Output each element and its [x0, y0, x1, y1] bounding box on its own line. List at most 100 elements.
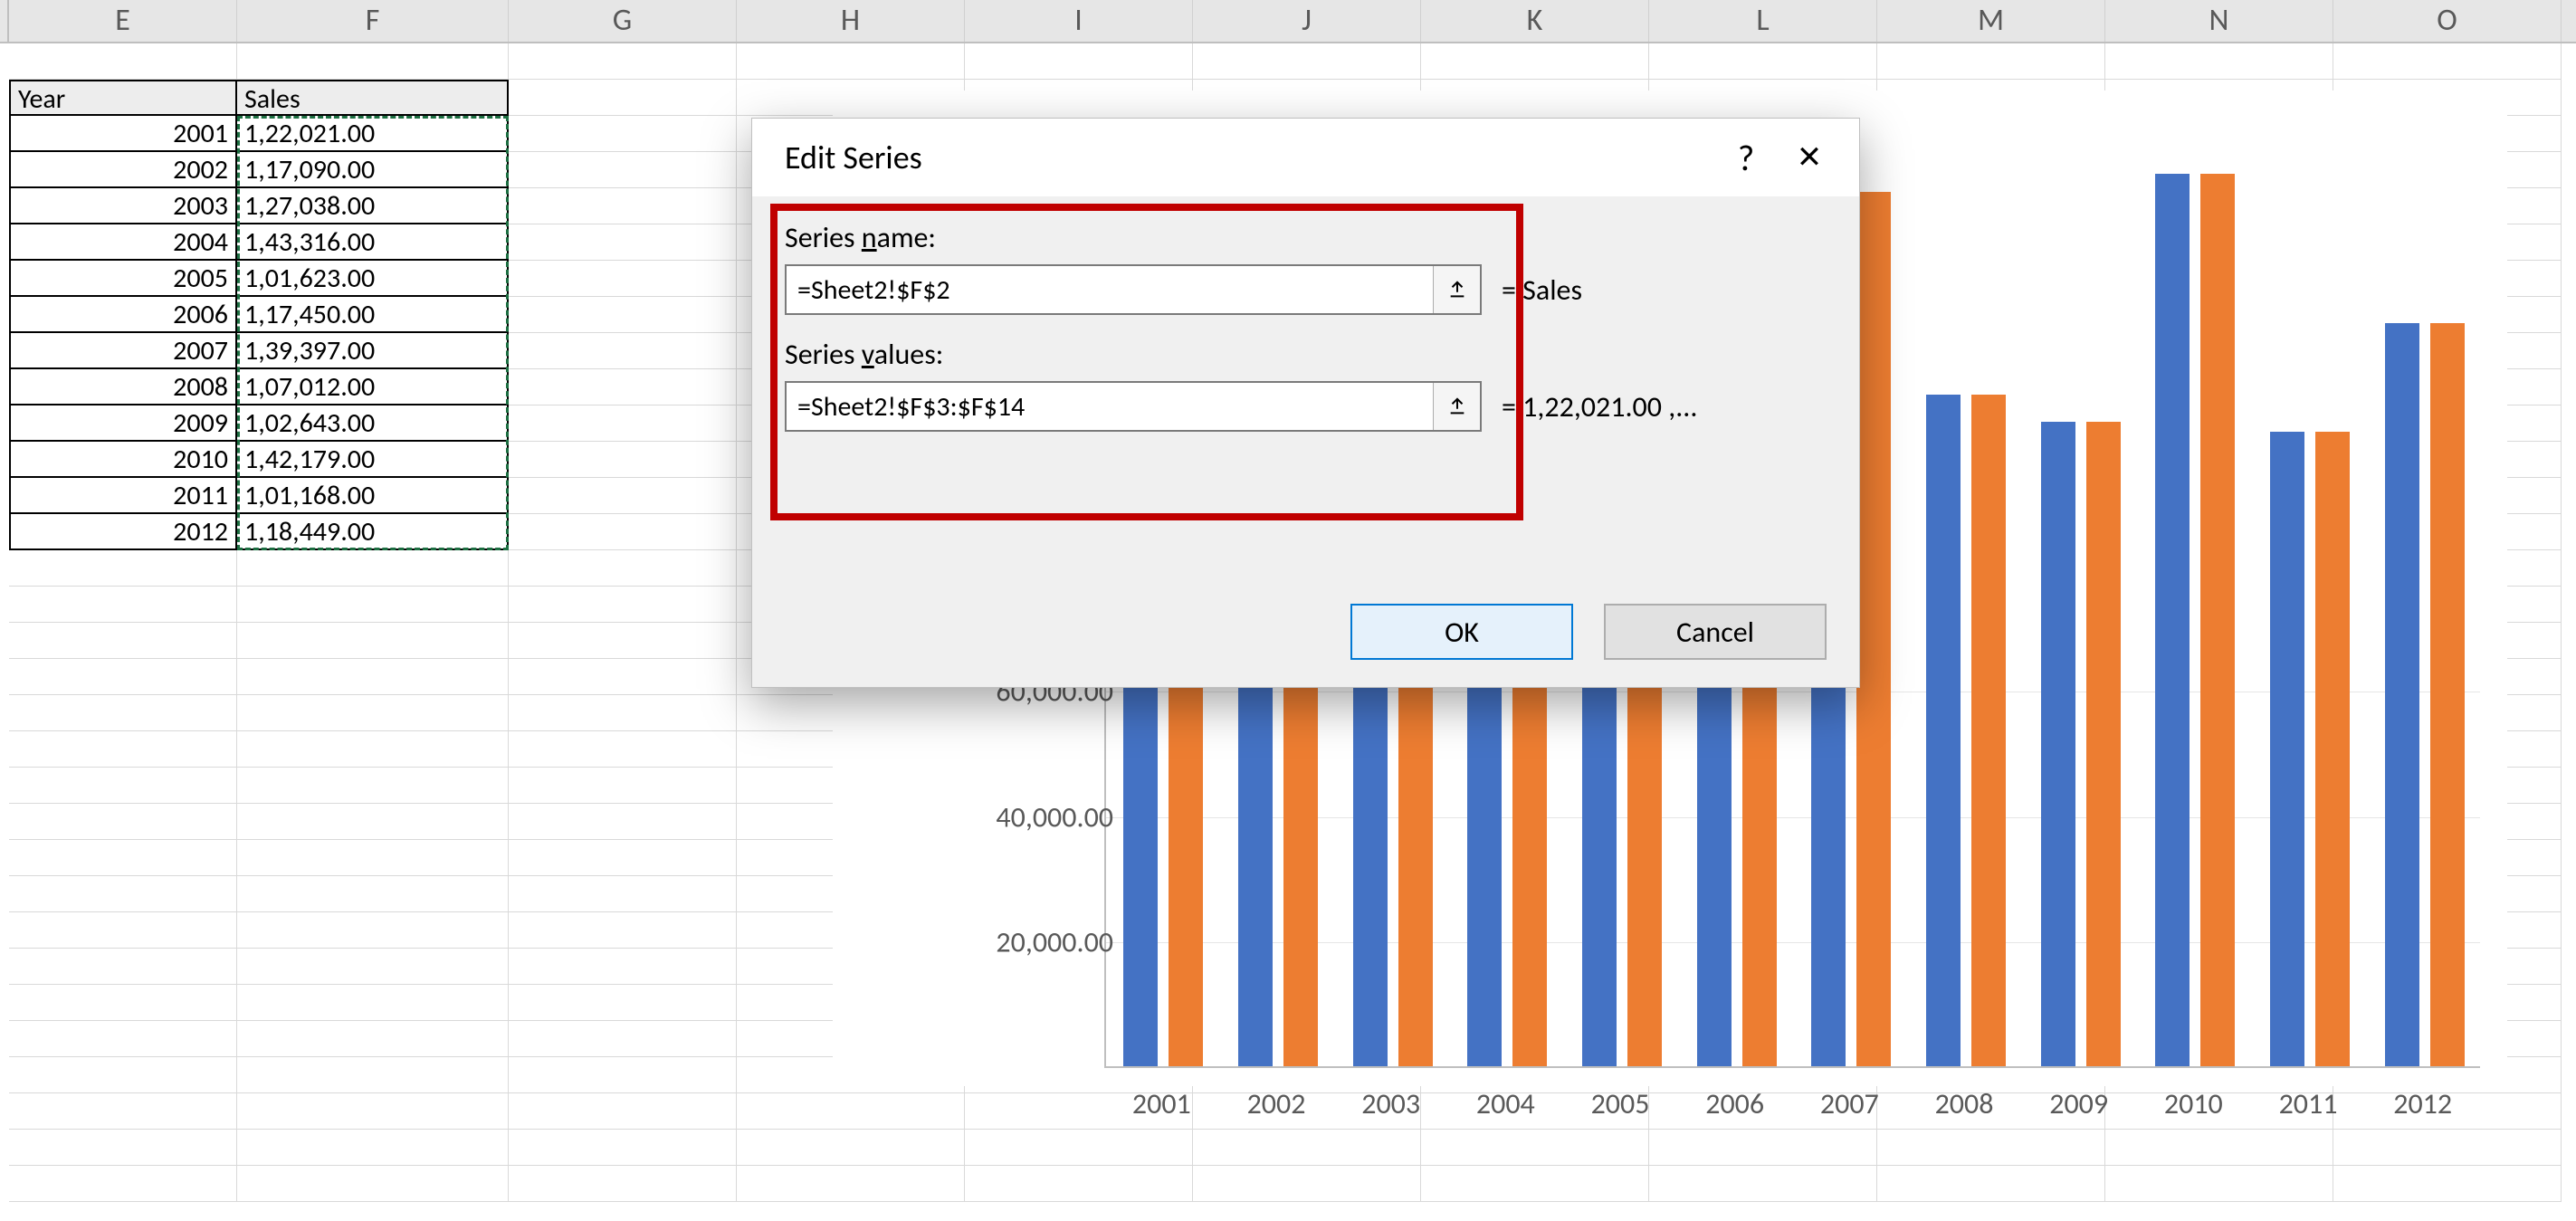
chart-bar[interactable] — [2270, 432, 2304, 1066]
cell[interactable] — [1421, 43, 1649, 80]
cell[interactable] — [509, 1021, 737, 1057]
column-header[interactable]: E — [9, 0, 237, 42]
cell[interactable]: 2005 — [9, 261, 237, 297]
chart-bar[interactable] — [1926, 395, 1961, 1066]
dialog-titlebar[interactable]: Edit Series ? ✕ — [752, 119, 1859, 196]
cell[interactable] — [237, 659, 509, 695]
cell[interactable]: Year — [9, 80, 237, 116]
cell[interactable] — [237, 1093, 509, 1130]
collapse-dialog-icon[interactable] — [1433, 266, 1480, 313]
cell[interactable] — [1877, 1130, 2105, 1166]
cell[interactable] — [9, 876, 237, 912]
chart-bar[interactable] — [1856, 192, 1891, 1066]
cell[interactable] — [509, 840, 737, 876]
cell[interactable] — [1421, 1166, 1649, 1202]
column-header[interactable]: F — [237, 0, 509, 42]
cell[interactable] — [9, 804, 237, 840]
cell[interactable]: 2001 — [9, 116, 237, 152]
cell[interactable]: 1,01,623.00 — [237, 261, 509, 297]
column-header[interactable]: H — [737, 0, 965, 42]
cell[interactable] — [9, 1166, 237, 1202]
cell[interactable] — [237, 695, 509, 731]
collapse-dialog-icon[interactable] — [1433, 383, 1480, 430]
cell[interactable] — [9, 550, 237, 587]
cell[interactable]: Sales — [237, 80, 509, 116]
cell[interactable] — [509, 261, 737, 297]
cell[interactable] — [1649, 1166, 1877, 1202]
cell[interactable] — [2105, 43, 2333, 80]
cell[interactable] — [1193, 1166, 1421, 1202]
cell[interactable] — [1877, 1166, 2105, 1202]
cell[interactable]: 2002 — [9, 152, 237, 188]
column-header[interactable]: O — [2333, 0, 2562, 42]
cell[interactable]: 1,01,168.00 — [237, 478, 509, 514]
cell[interactable] — [237, 1021, 509, 1057]
cell[interactable] — [9, 985, 237, 1021]
column-header[interactable]: M — [1877, 0, 2105, 42]
cell[interactable]: 1,27,038.00 — [237, 188, 509, 224]
cell[interactable] — [237, 1057, 509, 1093]
cell[interactable] — [1649, 1130, 1877, 1166]
cell[interactable]: 2010 — [9, 442, 237, 478]
series-name-refedit[interactable] — [785, 264, 1482, 315]
cell[interactable]: 1,07,012.00 — [237, 369, 509, 405]
cell[interactable]: 2012 — [9, 514, 237, 550]
cell[interactable] — [509, 80, 737, 116]
cell[interactable] — [737, 43, 965, 80]
cell[interactable] — [737, 1166, 965, 1202]
cell[interactable]: 1,17,090.00 — [237, 152, 509, 188]
column-header[interactable]: K — [1421, 0, 1649, 42]
series-values-input[interactable] — [787, 383, 1433, 430]
cell[interactable] — [509, 43, 737, 80]
cell[interactable] — [509, 188, 737, 224]
chart-bar[interactable] — [2315, 432, 2350, 1066]
cell[interactable] — [1649, 43, 1877, 80]
cell[interactable]: 2004 — [9, 224, 237, 261]
cell[interactable] — [509, 478, 737, 514]
cell[interactable] — [237, 985, 509, 1021]
cell[interactable] — [965, 1130, 1193, 1166]
cell[interactable] — [509, 623, 737, 659]
cell[interactable] — [237, 550, 509, 587]
cell[interactable] — [237, 840, 509, 876]
cell[interactable] — [509, 1057, 737, 1093]
cell[interactable] — [237, 876, 509, 912]
cell[interactable] — [237, 43, 509, 80]
cell[interactable] — [965, 1166, 1193, 1202]
series-name-input[interactable] — [787, 266, 1433, 313]
cell[interactable] — [509, 695, 737, 731]
cell[interactable] — [509, 550, 737, 587]
cell[interactable] — [509, 333, 737, 369]
cancel-button[interactable]: Cancel — [1604, 604, 1827, 660]
cell[interactable] — [509, 405, 737, 442]
cell[interactable] — [737, 1093, 965, 1130]
cell[interactable]: 1,42,179.00 — [237, 442, 509, 478]
column-header[interactable]: N — [2105, 0, 2333, 42]
cell[interactable]: 1,22,021.00 — [237, 116, 509, 152]
column-header[interactable]: G — [509, 0, 737, 42]
cell[interactable]: 2011 — [9, 478, 237, 514]
cell[interactable] — [509, 152, 737, 188]
cell[interactable] — [9, 731, 237, 768]
cell[interactable] — [9, 1093, 237, 1130]
cell[interactable] — [9, 912, 237, 949]
cell[interactable] — [237, 731, 509, 768]
cell[interactable]: 2003 — [9, 188, 237, 224]
cell[interactable] — [237, 623, 509, 659]
close-icon[interactable]: ✕ — [1778, 130, 1841, 185]
cell[interactable] — [9, 587, 237, 623]
cell[interactable] — [9, 840, 237, 876]
ok-button[interactable]: OK — [1350, 604, 1573, 660]
cell[interactable] — [2333, 1130, 2562, 1166]
cell[interactable] — [9, 1021, 237, 1057]
cell[interactable]: 1,18,449.00 — [237, 514, 509, 550]
cell[interactable] — [9, 949, 237, 985]
cell[interactable] — [509, 116, 737, 152]
cell[interactable] — [509, 1093, 737, 1130]
cell[interactable] — [509, 731, 737, 768]
cell[interactable] — [509, 876, 737, 912]
cell[interactable] — [509, 224, 737, 261]
cell[interactable] — [1421, 1130, 1649, 1166]
chart-bar[interactable] — [2086, 422, 2121, 1066]
cell[interactable] — [509, 949, 737, 985]
